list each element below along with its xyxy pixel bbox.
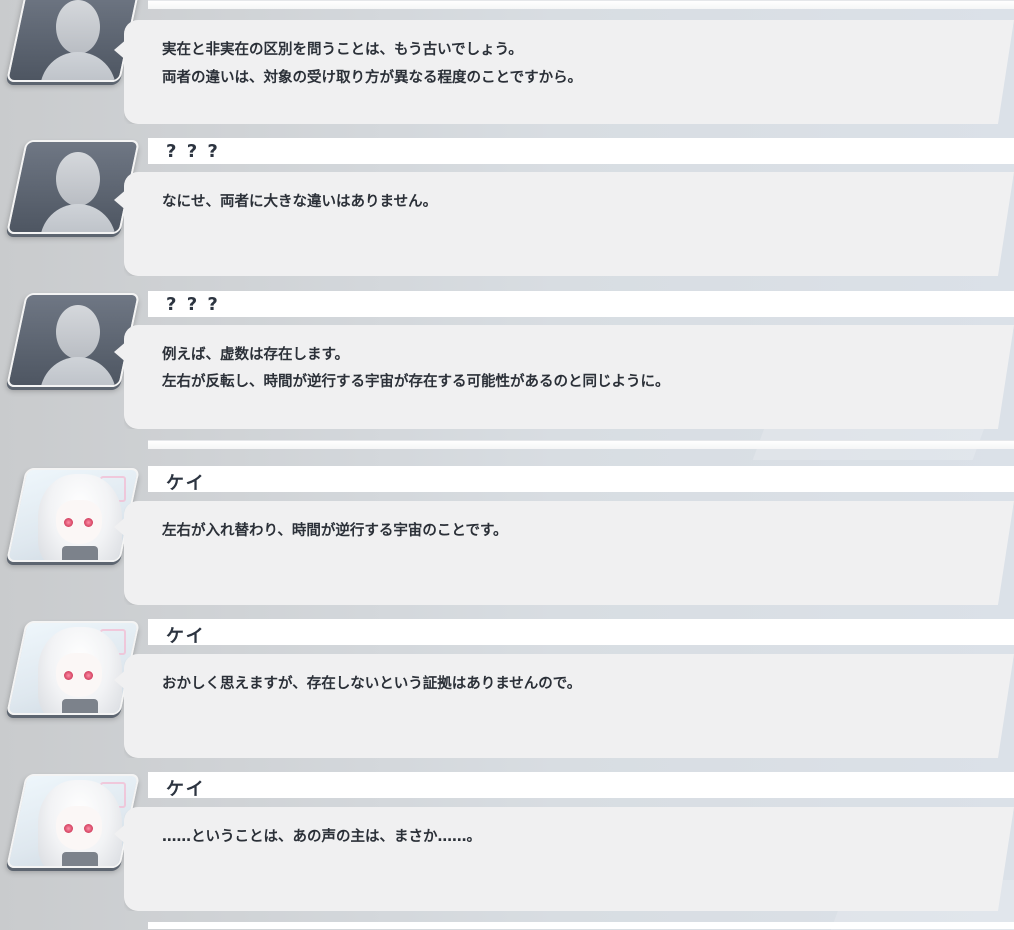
dialogue-line: 例えば、虚数は存在します。 bbox=[162, 347, 350, 363]
speaker-name: ? ? ? bbox=[166, 141, 220, 162]
dialogue-bubble bbox=[124, 807, 1014, 911]
speaker-name-bar bbox=[148, 466, 1014, 492]
dialogue-line: ……ということは、あの声の主は、まさか……。 bbox=[162, 829, 481, 845]
next-entry-name-bar bbox=[148, 922, 1014, 929]
speaker-name: ケイ bbox=[166, 626, 206, 647]
silhouette-icon bbox=[18, 0, 128, 82]
dialogue-line: 両者の違いは、対象の受け取り方が異なる程度のことですから。 bbox=[162, 70, 583, 86]
kei-portrait-icon bbox=[18, 623, 128, 715]
dialogue-line: なにせ、両者に大きな違いはありません。 bbox=[162, 194, 438, 210]
speaker-name: ケイ bbox=[166, 473, 206, 494]
dialogue-line: おかしく思えますが、存在しないという証拠はありませんので。 bbox=[162, 676, 582, 692]
dialogue-bubble bbox=[124, 654, 1014, 758]
silhouette-icon bbox=[18, 295, 128, 387]
unknown-speaker-avatar bbox=[6, 140, 140, 234]
dialogue-bubble bbox=[124, 501, 1014, 605]
speaker-name-bar bbox=[148, 772, 1014, 798]
dialogue-line: 左右が反転し、時間が逆行する宇宙が存在する可能性があるのと同じように。 bbox=[162, 374, 670, 390]
kei-portrait-icon bbox=[18, 776, 128, 868]
kei-portrait-icon bbox=[18, 470, 128, 562]
speaker-name-bar bbox=[148, 619, 1014, 645]
speaker-name-bar bbox=[148, 138, 1014, 164]
speaker-name: ケイ bbox=[166, 779, 206, 800]
dialogue-bubble bbox=[124, 172, 1014, 276]
top-separator bbox=[148, 0, 1014, 9]
speaker-name: ? ? ? bbox=[166, 294, 220, 315]
dialogue-line: 左右が入れ替わり、時間が逆行する宇宙のことです。 bbox=[162, 523, 508, 539]
kei-avatar bbox=[6, 774, 140, 868]
chapter-separator bbox=[148, 440, 1014, 449]
dialogue-line: 実在と非実在の区別を問うことは、もう古いでしょう。 bbox=[162, 42, 523, 58]
speaker-name-bar bbox=[148, 291, 1014, 317]
silhouette-icon bbox=[18, 142, 128, 234]
